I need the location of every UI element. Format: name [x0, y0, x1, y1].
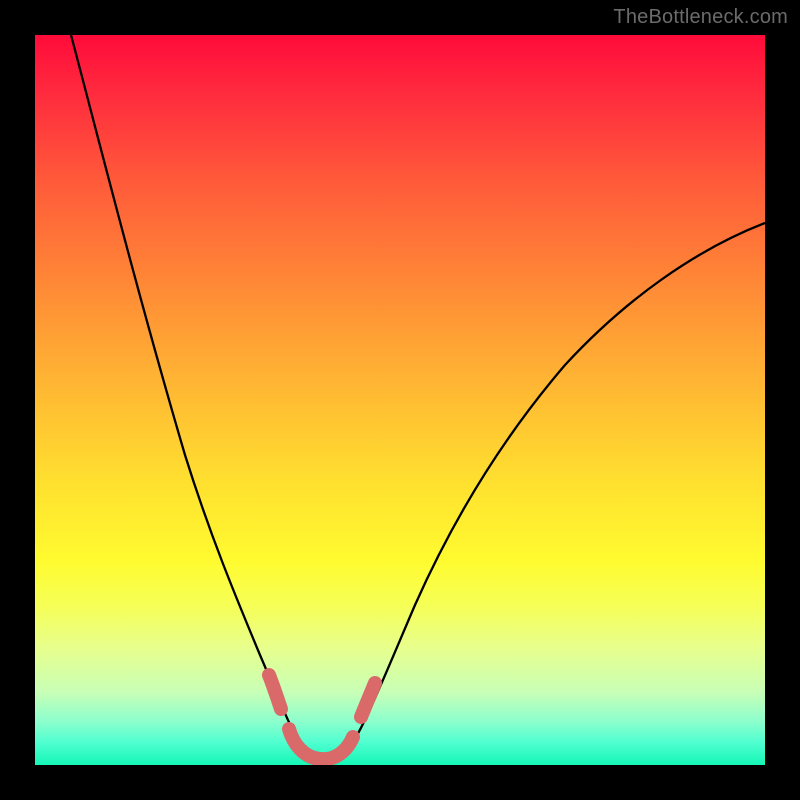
curve-right-arm [351, 223, 765, 745]
curve-left-arm [71, 35, 297, 740]
plot-area [35, 35, 765, 765]
chart-frame: TheBottleneck.com [0, 0, 800, 800]
marker-segment-bottom [289, 729, 353, 759]
curve-layer [35, 35, 765, 765]
marker-segment-left [269, 675, 281, 709]
marker-segment-right [361, 683, 375, 717]
watermark-text: TheBottleneck.com [613, 6, 788, 29]
